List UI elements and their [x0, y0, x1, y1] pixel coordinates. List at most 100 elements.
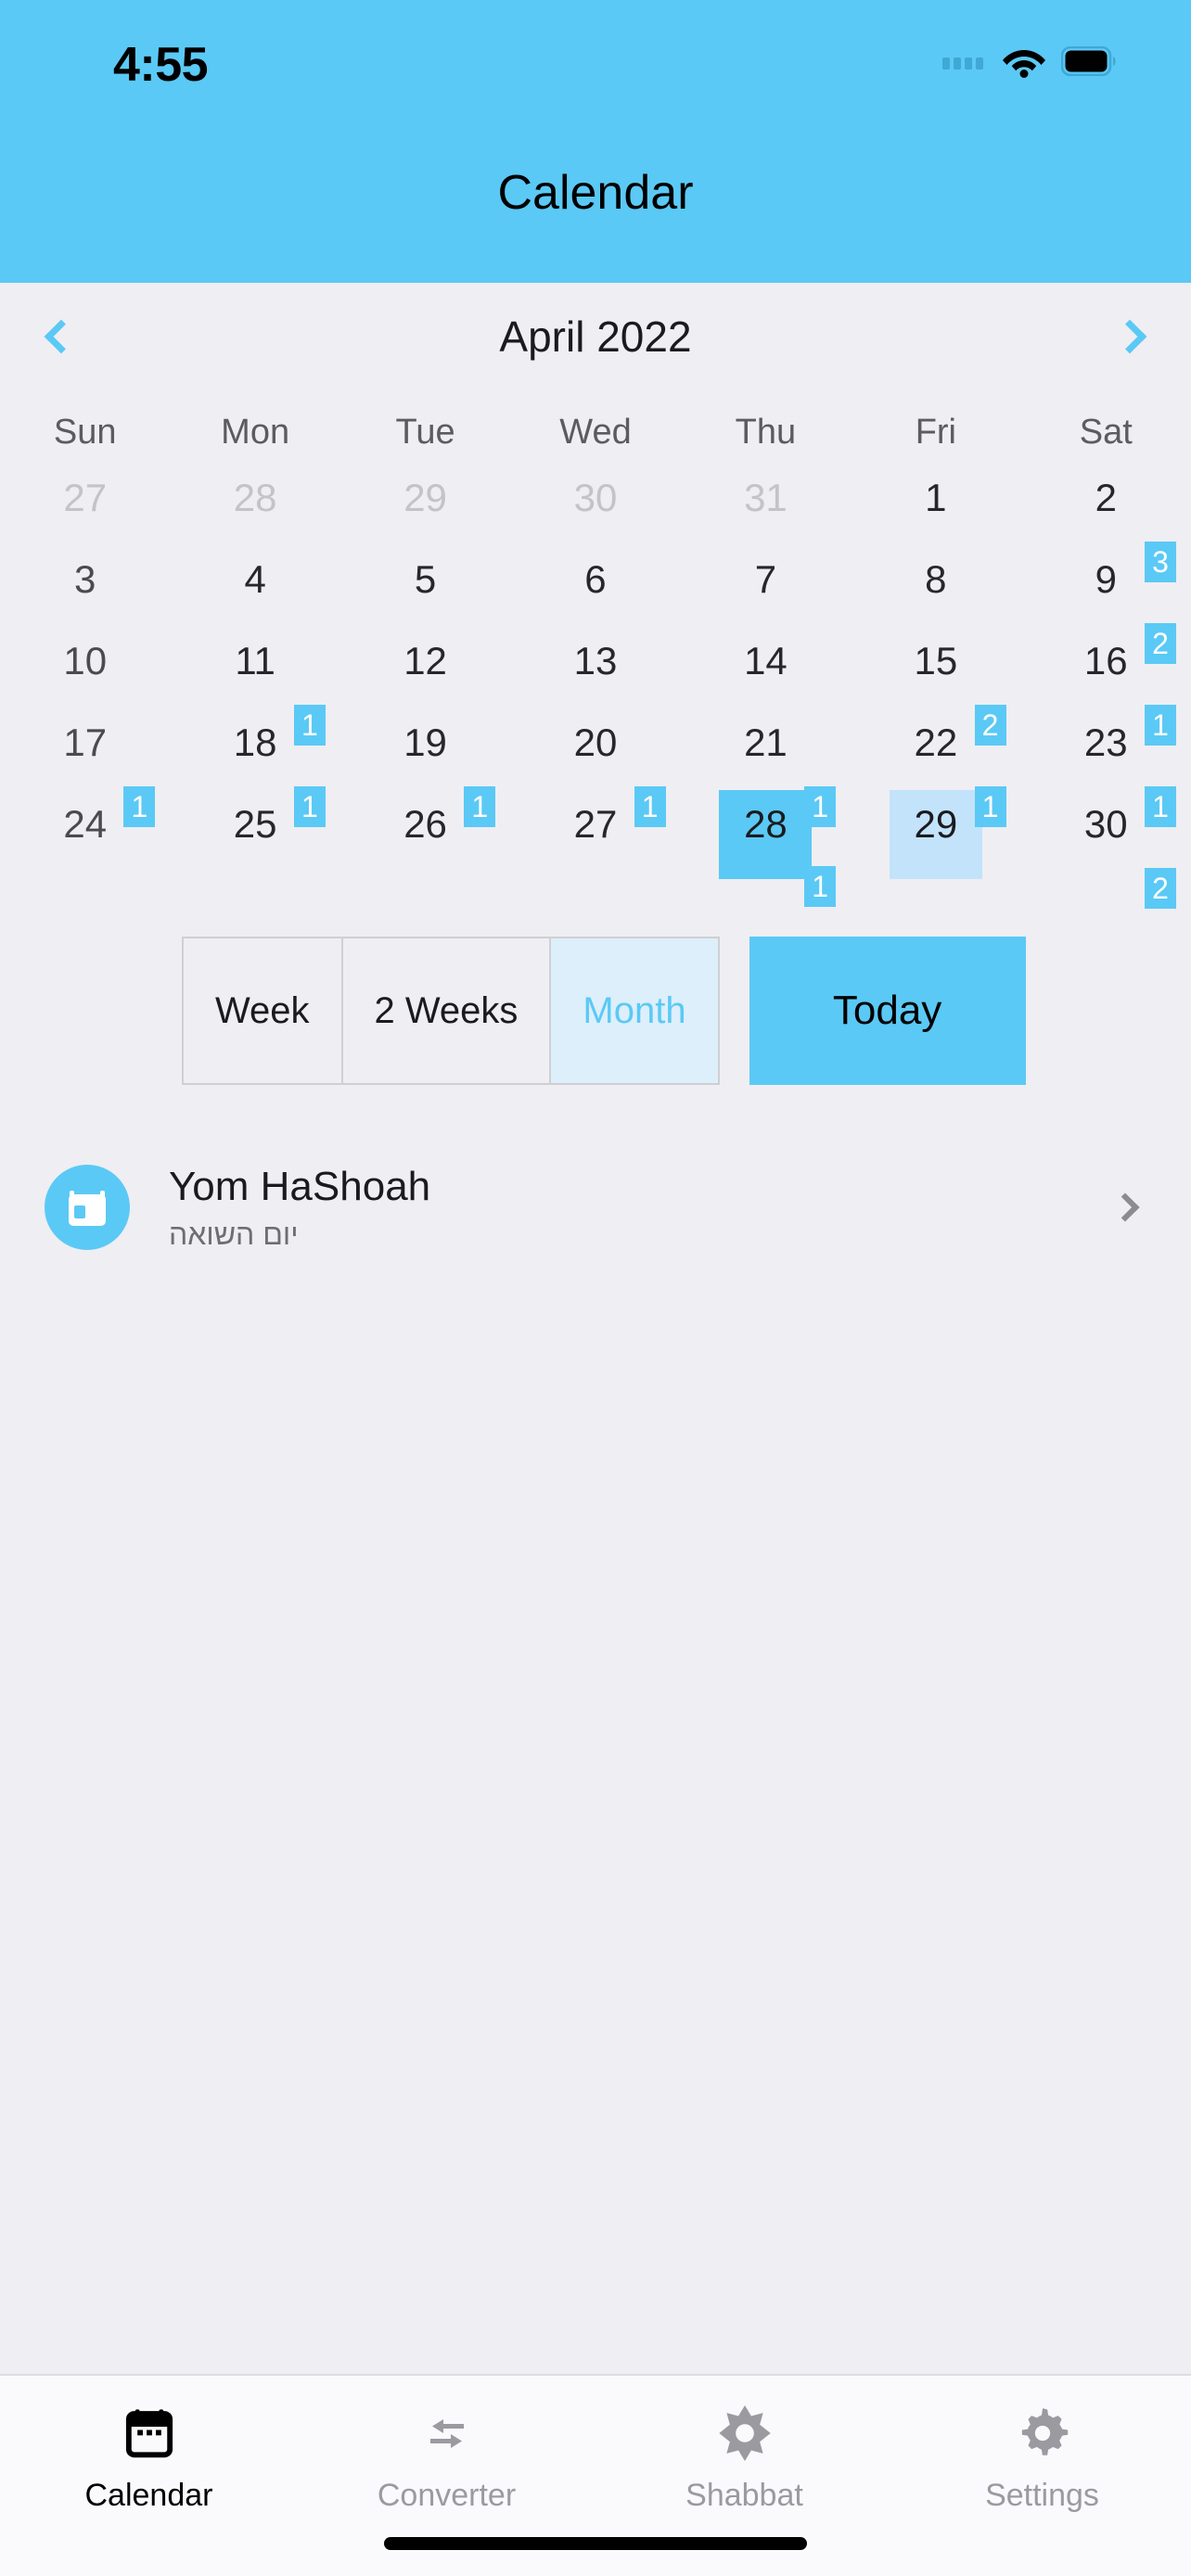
day-number: 6 — [584, 557, 607, 601]
home-indicator — [384, 2537, 807, 2550]
page-title: Calendar — [497, 166, 694, 220]
day-cell-6[interactable]: 6 — [510, 556, 680, 638]
next-month-button[interactable] — [1089, 292, 1178, 381]
event-count-badge: 3 — [1145, 542, 1176, 582]
event-count-badge: 1 — [804, 866, 837, 907]
tab-settings[interactable]: Settings — [893, 2400, 1191, 2576]
event-count-badge: 1 — [464, 786, 496, 827]
view-mode-option-month[interactable]: Month — [551, 938, 718, 1083]
day-cell-1[interactable]: 1 — [851, 475, 1020, 556]
prev-month-button[interactable] — [13, 292, 102, 381]
day-number: 24 — [63, 802, 108, 846]
day-cell-15[interactable]: 15 2 — [851, 638, 1020, 746]
gear-icon — [1017, 2400, 1069, 2467]
view-mode-option-2-weeks[interactable]: 2 Weeks — [342, 938, 552, 1083]
day-number: 19 — [403, 721, 447, 764]
day-cell-13[interactable]: 13 — [510, 638, 680, 720]
day-number: 1 — [925, 476, 947, 519]
chevron-right-icon — [1110, 1192, 1140, 1222]
event-count-badge: 2 — [974, 705, 1006, 746]
battery-icon — [1060, 45, 1119, 81]
status-time: 4:55 — [113, 38, 209, 92]
list-item[interactable]: Yom HaShoah יום השואה — [0, 1146, 1191, 1269]
day-number: 26 — [403, 802, 447, 846]
day-cell-4[interactable]: 4 — [170, 556, 339, 638]
event-count-badge: 1 — [1145, 705, 1176, 746]
view-mode-segmented-control[interactable]: Week 2 Weeks Month — [182, 937, 720, 1085]
day-number: 27 — [63, 476, 108, 519]
tab-label: Converter — [377, 2478, 517, 2513]
convert-arrows-icon — [419, 2400, 475, 2467]
day-number: 31 — [744, 476, 788, 519]
day-number: 23 — [1083, 721, 1128, 764]
day-cell-30[interactable]: 30 — [510, 475, 680, 556]
day-number: 2 — [1095, 476, 1117, 519]
day-number: 17 — [63, 721, 108, 764]
status-indicators — [942, 45, 1119, 83]
day-number: 12 — [403, 639, 447, 682]
day-number: 27 — [573, 802, 618, 846]
day-number: 3 — [74, 557, 96, 601]
calendar-grid: 27 28 29 30 31 1 2 3 3 4 5 6 7 8 9 2 10 11 1 12 13 14 15 2 16 1 17… — [0, 475, 1191, 909]
day-number: 7 — [754, 557, 777, 601]
day-cell-12[interactable]: 12 — [340, 638, 510, 720]
calendar-icon — [123, 2400, 175, 2467]
day-number: 5 — [414, 557, 437, 601]
day-cell-29[interactable]: 29 — [340, 475, 510, 556]
view-mode-option-week[interactable]: Week — [184, 938, 343, 1083]
day-cell-27[interactable]: 27 — [0, 475, 170, 556]
day-cell-11[interactable]: 11 1 — [170, 638, 339, 746]
day-cell-3[interactable]: 3 — [0, 556, 170, 638]
weekday-label-wed: Wed — [559, 413, 632, 452]
day-cell-5[interactable]: 5 — [340, 556, 510, 638]
star-burst-icon — [718, 2400, 771, 2467]
day-number: 14 — [744, 639, 788, 682]
day-cell-2[interactable]: 23 — [1021, 475, 1191, 582]
chevron-right-icon — [1112, 319, 1147, 354]
tab-label: Calendar — [84, 2478, 213, 2513]
weekday-label-sat: Sat — [1079, 413, 1133, 452]
nav-header: 4:55 Calendar — [0, 0, 1191, 283]
event-title: Yom HaShoah — [169, 1163, 431, 1209]
day-cell-8[interactable]: 8 — [851, 556, 1020, 638]
day-number: 25 — [233, 802, 277, 846]
day-cell-7[interactable]: 7 — [681, 556, 851, 638]
day-cell-20[interactable]: 20 1 — [510, 720, 680, 827]
day-cell-17[interactable]: 17 1 — [0, 720, 170, 827]
day-number: 13 — [573, 639, 618, 682]
calendar-icon — [45, 1165, 130, 1250]
chevron-left-icon — [44, 319, 79, 354]
day-number: 22 — [914, 721, 958, 764]
tab-calendar[interactable]: Calendar — [0, 2400, 298, 2576]
month-navigation: April 2022 — [0, 283, 1191, 390]
day-number: 16 — [1083, 639, 1128, 682]
day-cell-19[interactable]: 19 1 — [340, 720, 510, 827]
wifi-icon — [1002, 45, 1046, 83]
day-number: 10 — [63, 639, 108, 682]
event-count-badge: 2 — [1145, 623, 1176, 664]
day-number: 30 — [573, 476, 618, 519]
day-number: 8 — [925, 557, 947, 601]
day-cell-21[interactable]: 21 1 — [681, 720, 851, 827]
weekday-label-tue: Tue — [395, 413, 455, 452]
calendar-controls: Week 2 Weeks Month Today — [0, 937, 1191, 1085]
event-count-badge: 1 — [634, 786, 666, 827]
event-count-badge: 1 — [1145, 786, 1176, 827]
day-number: 28 — [744, 802, 788, 846]
day-cell-10[interactable]: 10 — [0, 638, 170, 720]
day-cell-28[interactable]: 28 — [170, 475, 339, 556]
day-cell-31[interactable]: 31 — [681, 475, 851, 556]
weekday-label-thu: Thu — [735, 413, 797, 452]
event-count-badge: 2 — [1145, 868, 1176, 909]
tab-label: Settings — [985, 2478, 1099, 2513]
event-list: Yom HaShoah יום השואה — [0, 1146, 1191, 2374]
weekday-label-fri: Fri — [915, 413, 956, 452]
day-cell-14[interactable]: 14 — [681, 638, 851, 720]
event-count-badge: 1 — [293, 705, 326, 746]
event-subtitle: יום השואה — [169, 1217, 299, 1251]
day-number: 18 — [233, 721, 277, 764]
day-number: 20 — [573, 721, 618, 764]
event-count-badge: 1 — [293, 786, 326, 827]
today-button[interactable]: Today — [749, 937, 1026, 1085]
event-count-badge: 1 — [804, 786, 837, 827]
